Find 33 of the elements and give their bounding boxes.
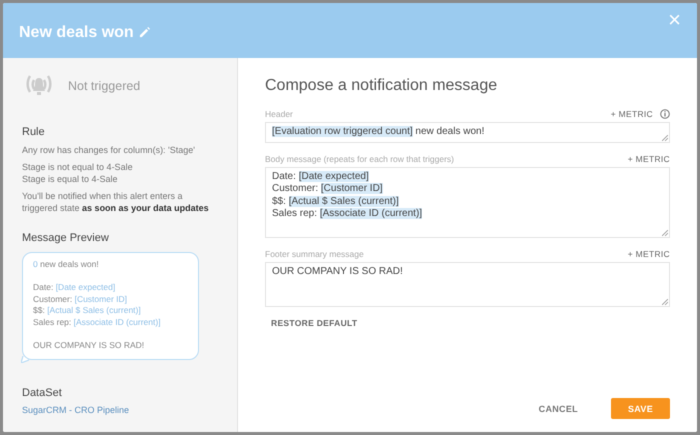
preview-line: $$: [Actual $ Sales (current)] <box>33 305 142 316</box>
info-icon[interactable] <box>660 109 670 119</box>
notification-notice: You'll be notified when this alert enters a triggered state as soon as your data updates <box>22 190 210 214</box>
rule-condition: Stage is not equal to 4-Sale <box>22 161 134 173</box>
preview-line: OUR COMPANY IS SO RAD! <box>33 340 146 351</box>
resize-grip-icon[interactable] <box>662 230 668 236</box>
dataset-heading: DataSet <box>22 387 63 399</box>
dialog-title: New deals won <box>19 24 134 42</box>
cancel-button[interactable]: CANCEL <box>522 398 595 419</box>
compose-title: Compose a notification message <box>265 77 498 95</box>
restore-default-button[interactable]: RESTORE DEFAULT <box>271 318 358 328</box>
preview-heading: Message Preview <box>22 232 110 244</box>
add-metric-button[interactable]: + METRIC <box>610 109 653 119</box>
field-label: Body message (repeats for each row that triggers) <box>265 154 455 164</box>
message-field[interactable]: Date: [Date expected] Customer: [Customer ID] $$: [Actual $ Sales (current)] Sales rep: [Associate ID (current)] <box>265 167 670 238</box>
pencil-icon[interactable] <box>138 27 150 38</box>
resize-grip-icon[interactable] <box>662 135 668 141</box>
message-field[interactable]: OUR COMPANY IS SO RAD! <box>265 262 670 307</box>
status-label: Not triggered <box>68 79 140 93</box>
add-metric-button[interactable]: + METRIC <box>628 249 670 259</box>
rule-condition: Stage is equal to 4-Sale <box>22 173 119 185</box>
resize-grip-icon[interactable] <box>662 299 668 305</box>
rule-heading: Rule <box>22 126 46 138</box>
preview-line: Date: [Date expected] <box>33 282 116 294</box>
add-metric-button[interactable]: + METRIC <box>628 154 670 164</box>
dataset-link[interactable]: SugarCRM - CRO Pipeline <box>22 405 130 415</box>
field-label: Footer summary message <box>265 249 365 259</box>
preview-line: Sales rep: [Associate ID (current)] <box>33 316 162 328</box>
rule-description: Any row has changes for column(s): 'Stage' <box>22 144 196 156</box>
preview-line: 0 new deals won! <box>33 259 100 270</box>
message-field[interactable]: [Evaluation row triggered count] new deals won! <box>265 122 670 143</box>
field-label: Header <box>265 109 294 119</box>
preview-line: Customer: [Customer ID] <box>33 294 128 305</box>
